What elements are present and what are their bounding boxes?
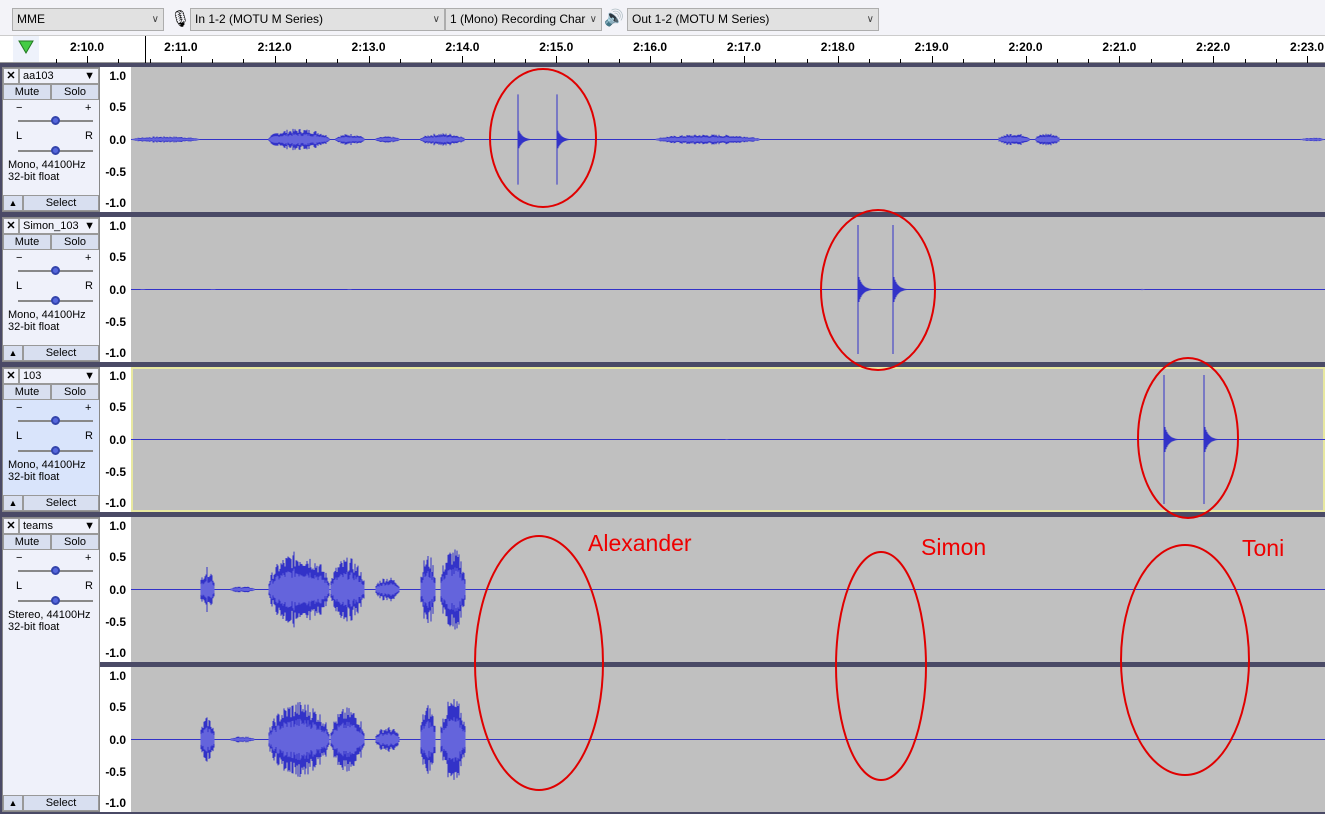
annotation-ellipse xyxy=(1120,544,1250,776)
waveform-path xyxy=(131,225,1325,354)
annotation-ellipse xyxy=(835,551,927,781)
annotation-ellipse xyxy=(474,535,604,791)
annotation-label: Alexander xyxy=(588,530,692,556)
annotation-overlay xyxy=(131,68,1325,791)
annotation-label: Toni xyxy=(1242,535,1285,561)
annotation-ellipse xyxy=(489,68,597,208)
annotation-label: Simon xyxy=(921,534,987,560)
annotation-ellipse xyxy=(1137,357,1239,519)
